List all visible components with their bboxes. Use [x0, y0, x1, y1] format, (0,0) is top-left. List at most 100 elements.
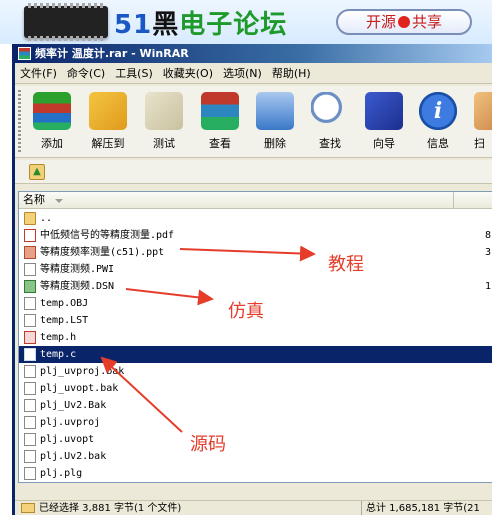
- forum-banner: 51黑电子论坛 开源 共享: [0, 0, 492, 44]
- address-bar: ▲: [15, 160, 492, 184]
- file-name: temp.c: [40, 349, 77, 360]
- logo-51: 51: [114, 10, 153, 40]
- dsn-file-icon: [24, 280, 36, 293]
- file-name: plj_uvproj.bak: [40, 366, 125, 377]
- column-name-header[interactable]: 名称: [23, 192, 45, 208]
- file-row[interactable]: temp.h: [19, 329, 492, 346]
- file-icon: [24, 399, 36, 412]
- winrar-icon: [18, 47, 31, 60]
- file-row[interactable]: 等精度频率测量(c51).ppt 3: [19, 244, 492, 261]
- test-icon: [145, 92, 183, 130]
- view-icon: [201, 92, 239, 130]
- file-list: 名称 .. 中低频信号的等精度测量.pdf 8 等精度频率测量(c51).ppt 3…: [18, 191, 492, 483]
- find-label: 查找: [319, 137, 341, 150]
- file-row[interactable]: plj.Uv2.bak: [19, 448, 492, 465]
- file-name: plj_Uv2.Bak: [40, 400, 107, 411]
- file-icon: [24, 314, 36, 327]
- file-name: 中低频信号的等精度测量.pdf: [40, 230, 175, 241]
- file-row[interactable]: plj_uvproj.bak: [19, 363, 492, 380]
- file-row[interactable]: plj_Uv2.Bak: [19, 397, 492, 414]
- add-label: 添加: [41, 137, 63, 150]
- file-row[interactable]: plj_uvopt.bak: [19, 380, 492, 397]
- file-icon: [24, 348, 36, 361]
- wizard-button[interactable]: 向导: [357, 90, 411, 154]
- file-row[interactable]: 等精度测频.PWI: [19, 261, 492, 278]
- file-row[interactable]: 中低频信号的等精度测量.pdf 8: [19, 227, 492, 244]
- scan-label: 扫: [474, 137, 485, 150]
- status-selected: 已经选择 3,881 字节(1 个文件): [39, 503, 182, 514]
- menu-favorites[interactable]: 收藏夹(O): [158, 64, 218, 84]
- delete-icon: [256, 92, 294, 130]
- file-icon: [24, 263, 36, 276]
- file-icon: [24, 365, 36, 378]
- menu-options[interactable]: 选项(N): [218, 64, 267, 84]
- menu-tools[interactable]: 工具(S): [110, 64, 158, 84]
- file-row-selected[interactable]: temp.c: [19, 346, 492, 363]
- dot-icon: [398, 16, 410, 28]
- file-icon: [24, 382, 36, 395]
- file-size: 3: [485, 247, 492, 258]
- find-button[interactable]: 查找: [303, 90, 357, 154]
- annotation-simulation: 仿真: [228, 301, 264, 322]
- file-name: plj.uvproj: [40, 417, 101, 428]
- folder-up-icon: [24, 212, 36, 225]
- slogan-right: 共享: [412, 13, 443, 31]
- file-row[interactable]: plj.plg: [19, 465, 492, 482]
- scan-button[interactable]: 扫: [466, 90, 492, 154]
- slogan-badge: 开源 共享: [336, 9, 472, 35]
- file-icon: [24, 467, 36, 480]
- file-name: plj.uvopt: [40, 434, 95, 445]
- extract-to-button[interactable]: 解压到: [81, 90, 135, 154]
- file-name: temp.h: [40, 332, 77, 343]
- menu-commands[interactable]: 命令(C): [62, 64, 110, 84]
- title-bar[interactable]: 频率计 温度计.rar - WinRAR: [15, 44, 492, 63]
- extract-label: 解压到: [91, 137, 125, 150]
- file-name: 等精度频率测量(c51).ppt: [40, 247, 165, 258]
- annotation-tutorial: 教程: [328, 254, 364, 275]
- delete-button[interactable]: 删除: [248, 90, 302, 154]
- up-folder-button[interactable]: ▲: [29, 164, 45, 180]
- list-header: 名称: [19, 192, 492, 209]
- file-row[interactable]: 等精度测频.DSN 1: [19, 278, 492, 295]
- annotation-source: 源码: [190, 434, 226, 455]
- file-row[interactable]: ..: [19, 210, 492, 227]
- test-label: 测试: [153, 137, 175, 150]
- menu-help[interactable]: 帮助(H): [267, 64, 316, 84]
- winrar-window: 频率计 温度计.rar - WinRAR 文件(F) 命令(C) 工具(S) 收藏夹(…: [12, 44, 492, 515]
- view-button[interactable]: 查看: [193, 90, 247, 154]
- add-icon: [33, 92, 71, 130]
- info-icon: i: [419, 92, 457, 130]
- ppt-file-icon: [24, 246, 36, 259]
- status-total: 总计 1,685,181 字节(21: [361, 501, 480, 515]
- file-name: plj.Uv2.bak: [40, 451, 107, 462]
- window-title: 频率计 温度计.rar - WinRAR: [35, 47, 189, 60]
- chip-logo-icon: [24, 3, 108, 41]
- status-bar: 已经选择 3,881 字节(1 个文件) 总计 1,685,181 字节(21: [15, 500, 492, 515]
- info-button[interactable]: i 信息: [411, 90, 465, 154]
- file-name: ..: [40, 213, 53, 224]
- file-row[interactable]: plj.uvproj: [19, 414, 492, 431]
- file-size: 1: [485, 281, 492, 292]
- slogan-left: 开源: [365, 13, 396, 31]
- toolbar-grip[interactable]: [18, 90, 21, 152]
- forum-logo: 51黑电子论坛: [114, 4, 287, 41]
- delete-label: 删除: [264, 137, 286, 150]
- add-button[interactable]: 添加: [25, 90, 79, 154]
- file-rows: .. 中低频信号的等精度测量.pdf 8 等精度频率测量(c51).ppt 3 等精…: [19, 210, 492, 482]
- test-button[interactable]: 测试: [137, 90, 191, 154]
- drive-icon: [21, 503, 35, 513]
- pdf-file-icon: [24, 229, 36, 242]
- file-name: plj.plg: [40, 468, 83, 479]
- file-row[interactable]: plj.uvopt: [19, 431, 492, 448]
- wizard-label: 向导: [373, 137, 395, 150]
- file-icon: [24, 416, 36, 429]
- toolbar: 添加 解压到 测试 查看 删除 查找 向导 i 信息 扫: [15, 86, 492, 158]
- file-icon: [24, 433, 36, 446]
- logo-rest: 电子论坛: [179, 10, 288, 40]
- menu-file[interactable]: 文件(F): [15, 64, 62, 84]
- file-name: temp.LST: [40, 315, 89, 326]
- file-name: plj_uvopt.bak: [40, 383, 119, 394]
- view-label: 查看: [209, 137, 231, 150]
- column-separator[interactable]: [453, 192, 454, 208]
- extract-icon: [89, 92, 127, 130]
